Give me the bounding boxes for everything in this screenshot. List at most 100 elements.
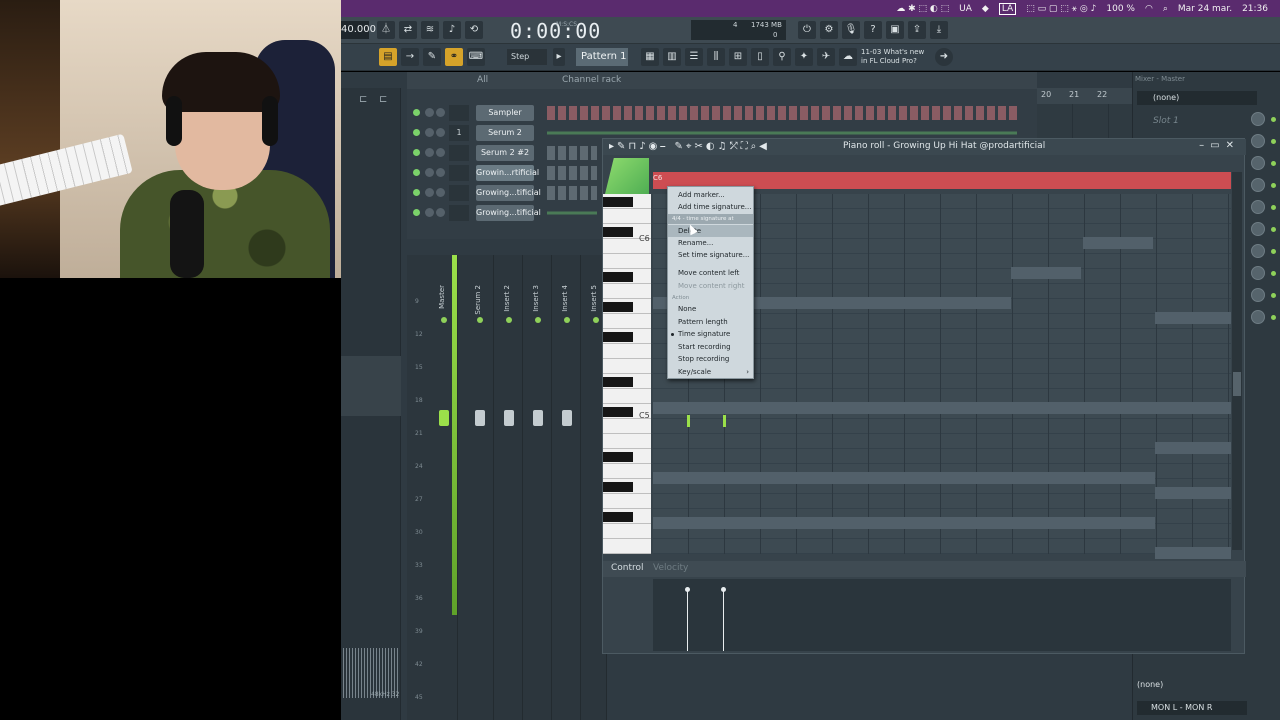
piano-roll-icon[interactable]: ▥	[663, 48, 681, 66]
channel-mute-led[interactable]	[413, 129, 420, 136]
black-key[interactable]	[603, 377, 633, 387]
touch-icon[interactable]: ✈	[817, 48, 835, 66]
channel-volume-knob[interactable]	[436, 168, 445, 177]
channel-name[interactable]: Growing...tificial	[476, 185, 541, 201]
velocity-lane[interactable]	[653, 579, 1231, 651]
black-key[interactable]	[603, 197, 633, 207]
browser-icon[interactable]: ⊞	[729, 48, 747, 66]
slot-led[interactable]	[1271, 271, 1276, 276]
velocity-bar[interactable]	[723, 589, 724, 651]
menu-item-time-signature[interactable]: Time signature	[668, 328, 753, 340]
slot-led[interactable]	[1271, 227, 1276, 232]
slot-led[interactable]	[1271, 293, 1276, 298]
channel-steps[interactable]	[547, 146, 597, 160]
browser-folder-icon[interactable]: ⊏	[359, 94, 367, 105]
channel-name[interactable]: Serum 2	[476, 125, 534, 141]
diamond-icon[interactable]: ◆	[982, 4, 989, 14]
playlist-grid[interactable]	[1037, 104, 1132, 138]
slot-led[interactable]	[1271, 205, 1276, 210]
channel-notes-preview[interactable]	[547, 206, 597, 220]
mixer-toggle-icon[interactable]: ⚙	[820, 21, 838, 39]
menu-item-add-time-signature[interactable]: Add time signature...	[668, 201, 753, 213]
channel-mixer-track[interactable]	[449, 165, 469, 181]
mixer-strip-master[interactable]: Master	[431, 255, 458, 720]
save-icon[interactable]: ▣	[886, 21, 904, 39]
channel-pan-knob[interactable]	[425, 168, 434, 177]
layout-badge[interactable]: LA	[998, 2, 1017, 15]
status-icons[interactable]: ⬚ ▭ ▢ ⬚ ⚹ ◎ ♪	[1026, 4, 1096, 14]
tempo-tapper-icon[interactable]: ✦	[795, 48, 813, 66]
channel-volume-knob[interactable]	[436, 188, 445, 197]
black-key[interactable]	[603, 482, 633, 492]
draw-icon[interactable]: ✎	[423, 48, 441, 66]
link-icon[interactable]: ⚭	[445, 48, 463, 66]
online-icon[interactable]: ⏻	[798, 21, 816, 39]
scrollbar-thumb[interactable]	[1233, 372, 1241, 396]
playlist-icon[interactable]: ☰	[685, 48, 703, 66]
mixer-strip-insert[interactable]: Insert 2	[496, 255, 523, 720]
arrow-icon[interactable]: →	[401, 48, 419, 66]
channel-mute-led[interactable]	[413, 209, 420, 216]
mixer-strip-led[interactable]	[506, 317, 512, 323]
cloud-icon[interactable]: ☁	[839, 48, 857, 66]
browser-selected-item[interactable]	[341, 356, 401, 416]
slot-mix-knob[interactable]	[1251, 112, 1265, 126]
channel-filter[interactable]: All	[477, 75, 488, 85]
channel-volume-knob[interactable]	[436, 208, 445, 217]
menu-item-key-scale[interactable]: Key/scale ›	[668, 366, 753, 378]
slot-mix-knob[interactable]	[1251, 156, 1265, 170]
black-key[interactable]	[603, 407, 633, 417]
channel-volume-knob[interactable]	[436, 148, 445, 157]
channel-mute-led[interactable]	[413, 109, 420, 116]
cpu-monitor[interactable]: 4 1743 MB 0	[691, 20, 786, 40]
channel-pan-knob[interactable]	[425, 208, 434, 217]
tempo-display[interactable]: 40.000	[341, 21, 376, 39]
channel-pan-knob[interactable]	[425, 108, 434, 117]
download-icon[interactable]: ⤓	[930, 21, 948, 39]
pattern-prev-icon[interactable]: ▸	[553, 48, 565, 66]
channel-mute-led[interactable]	[413, 169, 420, 176]
file-icon[interactable]: ▯	[751, 48, 769, 66]
slot-mix-knob[interactable]	[1251, 222, 1265, 236]
channel-name[interactable]: Serum 2 #2	[476, 145, 534, 161]
piano-roll-tool-icons[interactable]: ▸✎⊓♪◉⎯ ✎⌖✂◐♫⤱⛶⌕◀	[609, 141, 770, 152]
fx-slot-1[interactable]: Slot 1	[1153, 116, 1179, 126]
channel-mixer-track[interactable]	[449, 145, 469, 161]
mixer-fader[interactable]	[475, 410, 485, 426]
channel-steps[interactable]	[547, 186, 597, 200]
menu-item-rename[interactable]: Rename...	[668, 237, 753, 249]
loop-record-icon[interactable]: ⟲	[465, 21, 483, 39]
black-key[interactable]	[603, 302, 633, 312]
output-routing[interactable]: MON L - MON R	[1137, 701, 1247, 715]
channel-mixer-track[interactable]: 1	[449, 125, 469, 141]
channel-name[interactable]: Sampler	[476, 105, 534, 121]
channel-name[interactable]: Growin...rtificial	[476, 165, 539, 181]
velocity-bar[interactable]	[687, 589, 688, 651]
slot-mix-knob[interactable]	[1251, 288, 1265, 302]
control-target-value[interactable]: Velocity	[653, 563, 688, 573]
note[interactable]	[723, 415, 726, 427]
channel-rack-header[interactable]: All Channel rack	[407, 72, 1037, 89]
menu-item-delete[interactable]: Delete	[668, 225, 753, 237]
piano-keyboard[interactable]: C6 C5	[603, 194, 651, 554]
vertical-scrollbar[interactable]	[1232, 172, 1242, 550]
mixer-strip-led[interactable]	[564, 317, 570, 323]
mixer-strip-insert[interactable]: Insert 3	[525, 255, 552, 720]
slot-led[interactable]	[1271, 315, 1276, 320]
channel-volume-knob[interactable]	[436, 128, 445, 137]
black-key[interactable]	[603, 272, 633, 282]
window-controls[interactable]: –▭✕	[1199, 140, 1240, 151]
wifi-icon[interactable]: ◠	[1145, 4, 1153, 14]
snap-select[interactable]: Step	[507, 49, 547, 65]
news-hint[interactable]: 11-03 What's new in FL Cloud Pro?	[861, 48, 931, 66]
channel-mute-led[interactable]	[413, 189, 420, 196]
channel-mixer-track[interactable]	[449, 205, 469, 221]
channel-name[interactable]: Growing...tificial	[476, 205, 541, 221]
output-select-label[interactable]: (none)	[1137, 680, 1163, 689]
mixer-strip-led[interactable]	[477, 317, 483, 323]
menu-item-pattern-length[interactable]: Pattern length	[668, 316, 753, 328]
battery-percent[interactable]: 100 %	[1106, 4, 1135, 14]
slot-mix-knob[interactable]	[1251, 244, 1265, 258]
search-icon[interactable]: ⌕	[1163, 4, 1168, 14]
channel-steps[interactable]	[547, 166, 597, 180]
